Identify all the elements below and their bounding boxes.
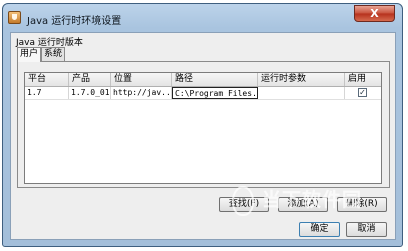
title-bar: Java 运行时环境设置 X <box>3 4 402 32</box>
column-header-location[interactable]: 位置 <box>111 73 172 86</box>
tab-panel-user: 平台 产品 位置 路径 运行时参数 启用 1.7 1.7.0_01 http:/… <box>17 61 390 188</box>
ok-button[interactable]: 确定 <box>299 222 340 237</box>
table-row[interactable]: 1.7 1.7.0_01 http://jav... C:\Program Fi… <box>25 87 381 100</box>
java-runtime-settings-dialog: Java 运行时环境设置 X Java 运行时版本 用户 系统 平台 产品 位置… <box>2 3 403 247</box>
tab-user[interactable]: 用户 <box>17 47 41 62</box>
cell-location[interactable]: http://jav... <box>111 87 172 99</box>
cell-product[interactable]: 1.7.0_01 <box>69 87 111 99</box>
column-header-runtime-params[interactable]: 运行时参数 <box>258 73 345 86</box>
cancel-button[interactable]: 取消 <box>346 222 387 237</box>
column-header-product[interactable]: 产品 <box>69 73 111 86</box>
remove-button[interactable]: 删除(R) <box>337 197 387 212</box>
cell-runtime-params[interactable] <box>258 87 345 99</box>
column-header-platform[interactable]: 平台 <box>25 73 69 86</box>
jre-table: 平台 产品 位置 路径 运行时参数 启用 1.7 1.7.0_01 http:/… <box>24 72 382 184</box>
cell-path[interactable]: C:\Program Files... <box>172 87 258 99</box>
window-title: Java 运行时环境设置 <box>27 16 122 27</box>
dialog-body: Java 运行时版本 用户 系统 平台 产品 位置 路径 运行时参数 启用 1.… <box>10 32 396 240</box>
column-header-enabled[interactable]: 启用 <box>345 73 381 86</box>
table-header: 平台 产品 位置 路径 运行时参数 启用 <box>25 73 381 87</box>
cell-platform[interactable]: 1.7 <box>25 87 69 99</box>
cell-enabled: ✓ <box>345 87 381 99</box>
close-button[interactable]: X <box>354 5 395 22</box>
find-button[interactable]: 查找(F) <box>219 197 269 212</box>
column-header-path[interactable]: 路径 <box>172 73 258 86</box>
tab-system[interactable]: 系统 <box>41 47 65 61</box>
java-icon <box>8 11 21 24</box>
enabled-checkbox[interactable]: ✓ <box>358 88 367 97</box>
add-button[interactable]: 添加(A) <box>278 197 328 212</box>
